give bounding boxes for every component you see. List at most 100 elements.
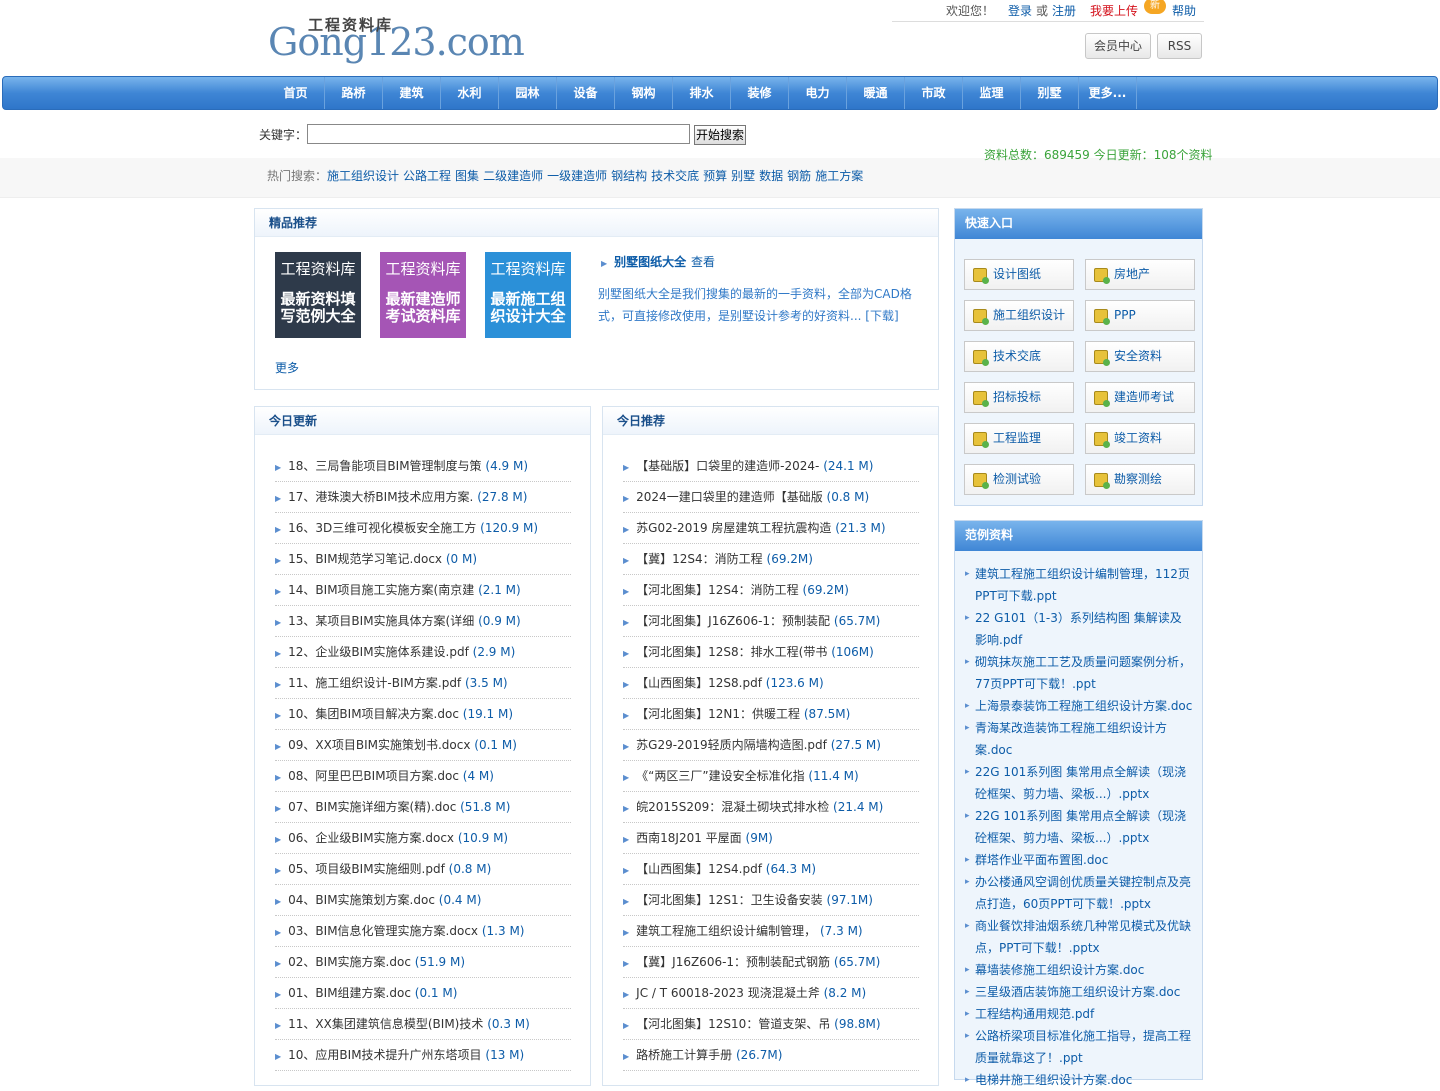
quick-entry-button[interactable]: 设计图纸 [964, 259, 1074, 290]
example-link[interactable]: 公路桥梁项目标准化施工指导，提高工程质量就靠这了！.ppt [965, 1025, 1193, 1069]
quick-entry-button[interactable]: 安全资料 [1085, 341, 1195, 372]
list-item[interactable]: ▶ 西南18J201 平屋面 (9M) [623, 823, 919, 854]
example-link[interactable]: 电梯井施工组织设计方案.doc [965, 1069, 1193, 1091]
list-item[interactable]: ▶ 08、阿里巴巴BIM项目方案.doc (4 M) [275, 761, 571, 792]
nav-item[interactable]: 设备 [557, 77, 615, 109]
hot-search-link[interactable]: 别墅 [731, 169, 755, 183]
list-item[interactable]: ▶ 【河北图集】12S10：管道支架、吊 (98.8M) [623, 1009, 919, 1040]
nav-item[interactable]: 监理 [963, 77, 1021, 109]
list-item[interactable]: ▶ 05、项目级BIM实施细则.pdf (0.8 M) [275, 854, 571, 885]
featured-description[interactable]: 别墅图纸大全是我们搜集的最新的一手资料，全部为CAD格式，可直接修改使用，是别墅… [598, 283, 918, 327]
nav-item[interactable]: 别墅 [1021, 77, 1079, 109]
list-item[interactable]: ▶ 【冀】12S4：消防工程 (69.2M) [623, 544, 919, 575]
list-item[interactable]: ▶ 03、BIM信息化管理实施方案.docx (1.3 M) [275, 916, 571, 947]
example-link[interactable]: 群塔作业平面布置图.doc [965, 849, 1193, 871]
promo-banner-constructor-exam[interactable]: 工程资料库 最新建造师考试资料库 [380, 252, 466, 338]
search-button[interactable]: 开始搜索 [694, 125, 746, 145]
list-item[interactable]: ▶ JC / T 60018-2023 现浇混凝土斧 (8.2 M) [623, 978, 919, 1009]
list-item[interactable]: ▶ 皖2015S209：混凝土砌块式排水检 (21.4 M) [623, 792, 919, 823]
list-item[interactable]: ▶ 【河北图集】12N1：供暖工程 (87.5M) [623, 699, 919, 730]
nav-item[interactable]: 暖通 [847, 77, 905, 109]
nav-item[interactable]: 排水 [673, 77, 731, 109]
nav-item[interactable]: 钢构 [615, 77, 673, 109]
list-item[interactable]: ▶ 【河北图集】J16Z606-1：预制装配 (65.7M) [623, 606, 919, 637]
help-link[interactable]: 帮助 [1172, 0, 1196, 22]
list-item[interactable]: ▶ 04、BIM实施策划方案.doc (0.4 M) [275, 885, 571, 916]
list-item[interactable]: ▶ 01、BIM组建方案.doc (0.1 M) [275, 978, 571, 1009]
hot-search-link[interactable]: 技术交底 [651, 169, 699, 183]
nav-item[interactable]: 水利 [441, 77, 499, 109]
site-logo[interactable]: Gong123.com 工程资料库 [268, 12, 525, 64]
hot-search-link[interactable]: 预算 [703, 169, 727, 183]
quick-entry-button[interactable]: 房地产 [1085, 259, 1195, 290]
quick-entry-button[interactable]: 检测试验 [964, 464, 1074, 495]
example-link[interactable]: 22G 101系列图 集常用点全解读（现浇砼框架、剪力墙、梁板...）.pptx [965, 761, 1193, 805]
upload-link[interactable]: 我要上传 [1090, 0, 1138, 22]
hot-search-link[interactable]: 施工组织设计 [327, 169, 399, 183]
nav-item[interactable]: 路桥 [325, 77, 383, 109]
hot-search-link[interactable]: 施工方案 [815, 169, 863, 183]
quick-entry-button[interactable]: 工程监理 [964, 423, 1074, 454]
list-item[interactable]: ▶ 17、港珠澳大桥BIM技术应用方案. (27.8 M) [275, 482, 571, 513]
list-item[interactable]: ▶ 苏G29-2019轻质内隔墙构造图.pdf (27.5 M) [623, 730, 919, 761]
nav-item[interactable]: 首页 [267, 77, 325, 109]
nav-item[interactable]: 园林 [499, 77, 557, 109]
list-item[interactable]: ▶ 【冀】J16Z606-1：预制装配式钢筋 (65.7M) [623, 947, 919, 978]
list-item[interactable]: ▶ 18、三局鲁能项目BIM管理制度与策 (4.9 M) [275, 451, 571, 482]
list-item[interactable]: ▶ 12、企业级BIM实施体系建设.pdf (2.9 M) [275, 637, 571, 668]
example-link[interactable]: 青海某改造装饰工程施工组织设计方案.doc [965, 717, 1193, 761]
quick-entry-button[interactable]: 勘察测绘 [1085, 464, 1195, 495]
example-link[interactable]: 砌筑抹灰施工工艺及质量问题案例分析，77页PPT可下载！.ppt [965, 651, 1193, 695]
list-item[interactable]: ▶ 14、BIM项目施工实施方案(南京建 (2.1 M) [275, 575, 571, 606]
list-item[interactable]: ▶ 06、企业级BIM实施方案.docx (10.9 M) [275, 823, 571, 854]
list-item[interactable]: ▶ 建筑工程施工组织设计编制管理， (7.3 M) [623, 916, 919, 947]
example-link[interactable]: 22G 101系列图 集常用点全解读（现浇砼框架、剪力墙、梁板...）.pptx [965, 805, 1193, 849]
hot-search-link[interactable]: 钢结构 [611, 169, 647, 183]
list-item[interactable]: ▶ 【山西图集】12S8.pdf (123.6 M) [623, 668, 919, 699]
promo-banner-construction-design[interactable]: 工程资料库 最新施工组织设计大全 [485, 252, 571, 338]
featured-more-link[interactable]: 更多 [275, 359, 299, 376]
list-item[interactable]: ▶ 10、应用BIM技术提升广州东塔项目 (13 M) [275, 1040, 571, 1071]
list-item[interactable]: ▶ 10、集团BIM项目解决方案.doc (19.1 M) [275, 699, 571, 730]
hot-search-link[interactable]: 一级建造师 [547, 169, 607, 183]
quick-entry-button[interactable]: 施工组织设计 [964, 300, 1074, 331]
example-link[interactable]: 三星级酒店装饰施工组织设计方案.doc [965, 981, 1193, 1003]
featured-item-title[interactable]: ▶ 别墅图纸大全 [601, 253, 686, 270]
list-item[interactable]: ▶ 2024一建口袋里的建造师【基础版 (0.8 M) [623, 482, 919, 513]
list-item[interactable]: ▶ 【河北图集】12S1：卫生设备安装 (97.1M) [623, 885, 919, 916]
list-item[interactable]: ▶ 11、XX集团建筑信息模型(BIM)技术 (0.3 M) [275, 1009, 571, 1040]
list-item[interactable]: ▶ 16、3D三维可视化模板安全施工方 (120.9 M) [275, 513, 571, 544]
example-link[interactable]: 22 G101（1-3）系列结构图 集解读及影响.pdf [965, 607, 1193, 651]
list-item[interactable]: ▶ 【河北图集】12S8：排水工程(带书 (106M) [623, 637, 919, 668]
list-item[interactable]: ▶ 【山西图集】12S4.pdf (64.3 M) [623, 854, 919, 885]
promo-banner-templates[interactable]: 工程资料库 最新资料填写范例大全 [275, 252, 361, 338]
list-item[interactable]: ▶ 路桥施工计算手册 (26.7M) [623, 1040, 919, 1071]
quick-entry-button[interactable]: 招标投标 [964, 382, 1074, 413]
featured-view-link[interactable]: 查看 [691, 253, 715, 270]
nav-item[interactable]: 装修 [731, 77, 789, 109]
search-input[interactable] [307, 124, 690, 144]
nav-item[interactable]: 更多... [1079, 77, 1137, 109]
list-item[interactable]: ▶ 【河北图集】12S4：消防工程 (69.2M) [623, 575, 919, 606]
list-item[interactable]: ▶ 13、某项目BIM实施具体方案(详细 (0.9 M) [275, 606, 571, 637]
hot-search-link[interactable]: 二级建造师 [483, 169, 543, 183]
list-item[interactable]: ▶ 【基础版】口袋里的建造师-2024- (24.1 M) [623, 451, 919, 482]
list-item[interactable]: ▶ 09、XX项目BIM实施策划书.docx (0.1 M) [275, 730, 571, 761]
hot-search-link[interactable]: 钢筋 [787, 169, 811, 183]
example-link[interactable]: 上海景泰装饰工程施工组织设计方案.doc [965, 695, 1193, 717]
list-item[interactable]: ▶ 11、施工组织设计-BIM方案.pdf (3.5 M) [275, 668, 571, 699]
example-link[interactable]: 商业餐饮排油烟系统几种常见模式及优缺点，PPT可下载！.pptx [965, 915, 1193, 959]
rss-button[interactable]: RSS [1157, 33, 1202, 59]
hot-search-link[interactable]: 数据 [759, 169, 783, 183]
quick-entry-button[interactable]: 竣工资料 [1085, 423, 1195, 454]
example-link[interactable]: 幕墙装修施工组织设计方案.doc [965, 959, 1193, 981]
quick-entry-button[interactable]: 技术交底 [964, 341, 1074, 372]
list-item[interactable]: ▶ 07、BIM实施详细方案(精).doc (51.8 M) [275, 792, 571, 823]
nav-item[interactable]: 电力 [789, 77, 847, 109]
list-item[interactable]: ▶ 苏G02-2019 房屋建筑工程抗震构造 (21.3 M) [623, 513, 919, 544]
example-link[interactable]: 工程结构通用规范.pdf [965, 1003, 1193, 1025]
quick-entry-button[interactable]: 建造师考试 [1085, 382, 1195, 413]
member-center-button[interactable]: 会员中心 [1085, 33, 1151, 59]
login-link[interactable]: 登录 [1008, 0, 1032, 22]
hot-search-link[interactable]: 公路工程 [403, 169, 451, 183]
